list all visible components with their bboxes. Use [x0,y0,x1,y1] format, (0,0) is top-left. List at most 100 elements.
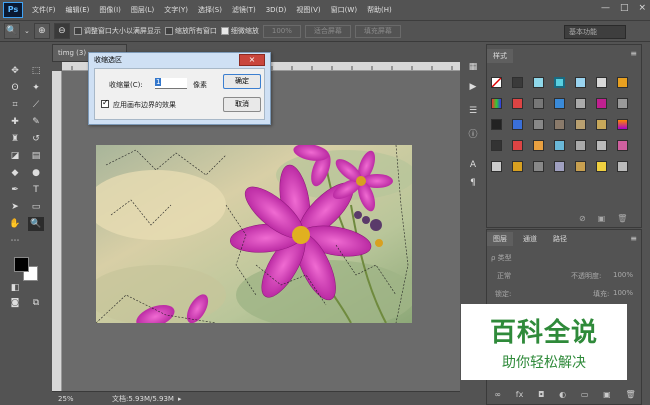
status-menu-arrow-icon[interactable]: ▸ [174,395,182,403]
tab-channels[interactable]: 通道 [517,232,543,246]
menu-3d[interactable]: 3D(D) [261,6,292,14]
delete-layer-icon[interactable]: 🗑 [625,390,635,402]
style-swatch[interactable] [554,77,565,88]
path-selection-icon[interactable]: ➤ [7,200,23,214]
history-panel-icon[interactable]: ▦ [465,60,481,74]
style-swatch[interactable] [554,140,565,151]
style-swatch[interactable] [554,119,565,130]
opacity-value[interactable]: 100% [613,271,633,279]
style-swatch[interactable] [554,161,565,172]
menu-filter[interactable]: 滤镜(T) [227,5,261,15]
style-swatch[interactable] [512,140,523,151]
history-brush-icon[interactable]: ↺ [28,132,44,146]
lasso-icon[interactable]: ʘ [7,81,23,95]
style-swatch[interactable] [512,77,523,88]
actions-play-icon[interactable]: ▶ [465,80,481,94]
new-group-icon[interactable]: ▭ [581,390,589,402]
style-swatch[interactable] [533,119,544,130]
clone-stamp-icon[interactable]: ♜ [7,132,23,146]
menu-window[interactable]: 窗口(W) [326,5,362,15]
scrubby-zoom-option[interactable]: 细微缩放 [220,26,259,36]
fit-window-option[interactable]: 调整窗口大小以满屏显示 [73,26,161,36]
close-icon[interactable]: × [638,3,646,13]
style-swatch[interactable] [596,119,607,130]
healing-brush-icon[interactable]: ✚ [7,115,23,129]
style-swatch[interactable] [533,161,544,172]
style-swatch[interactable] [617,161,628,172]
eraser-icon[interactable]: ◪ [7,149,23,163]
menu-file[interactable]: 文件(F) [27,5,61,15]
paragraph-styles-icon[interactable]: A [465,158,481,172]
style-swatch[interactable] [491,140,502,151]
magic-wand-icon[interactable]: ✦ [28,81,44,95]
screen-mode-icon[interactable]: ⧉ [28,296,44,310]
style-swatch[interactable] [617,98,628,109]
rectangle-icon[interactable]: ▭ [28,200,44,214]
style-swatch[interactable] [512,161,523,172]
layers-menu-icon[interactable]: ≡ [630,234,637,243]
dodge-icon[interactable]: ● [28,166,44,180]
brush-icon[interactable]: ✎ [28,115,44,129]
default-colors-icon[interactable]: ◧ [7,281,23,295]
style-swatch[interactable] [596,98,607,109]
tab-styles[interactable]: 样式 [487,49,513,63]
delete-style-icon[interactable]: 🗑 [617,214,627,223]
ok-button[interactable]: 确定 [223,74,261,89]
scrubby-zoom-checkbox[interactable] [220,27,229,35]
move-icon[interactable]: ✥ [7,64,23,78]
minimize-icon[interactable]: — [601,3,610,13]
style-swatch-none[interactable] [491,77,502,88]
menu-view[interactable]: 视图(V) [291,5,325,15]
style-swatch[interactable] [491,119,502,130]
crop-icon[interactable]: ⌗ [7,98,23,112]
type-icon[interactable]: T [28,183,44,197]
tab-layers[interactable]: 图层 [487,232,513,246]
style-swatch[interactable] [533,98,544,109]
style-swatch[interactable] [554,98,565,109]
style-swatch[interactable] [617,77,628,88]
gradient-icon[interactable]: ▤ [28,149,44,163]
style-swatch[interactable] [596,77,607,88]
fill-screen-button[interactable]: 填充屏幕 [354,24,401,38]
style-swatch[interactable] [533,77,544,88]
style-swatch[interactable] [575,98,586,109]
workspace-select[interactable]: 基本功能 [564,25,626,39]
zoom-tool-preset-icon[interactable]: 🔍 [4,23,20,39]
zoom-all-checkbox[interactable] [164,27,173,35]
fill-value[interactable]: 100% [613,289,633,297]
tab-paths[interactable]: 路径 [547,232,573,246]
menu-layer[interactable]: 图层(L) [126,5,159,15]
style-swatch[interactable] [575,119,586,130]
cancel-button[interactable]: 取消 [223,97,261,112]
contract-by-input[interactable]: 1 [155,78,187,89]
properties-panel-icon[interactable]: ☰ [465,104,481,118]
menu-image[interactable]: 图像(I) [94,5,126,15]
more-tools-icon[interactable]: ⋯ [7,234,23,248]
style-swatch[interactable] [596,140,607,151]
zoom-level[interactable]: 25% [52,395,92,403]
menu-help[interactable]: 帮助(H) [362,5,397,15]
magnifier-icon[interactable]: 🔍 [28,217,44,231]
menu-edit[interactable]: 编辑(E) [61,5,95,15]
panel-menu-icon[interactable]: ≡ [630,49,637,58]
style-swatch[interactable] [575,140,586,151]
style-swatch[interactable] [512,98,523,109]
fit-screen-button[interactable]: 适合屏幕 [304,24,351,38]
menu-type[interactable]: 文字(Y) [159,5,193,15]
eyedropper-icon[interactable]: ⟋ [28,98,44,112]
style-swatch[interactable] [491,161,502,172]
zoom-100-button[interactable]: 100% [262,24,301,38]
dialog-close-button[interactable]: × [239,54,265,66]
add-mask-icon[interactable]: ◘ [538,390,544,402]
style-swatch[interactable] [617,140,628,151]
link-layers-icon[interactable]: ∞ [494,390,501,402]
style-swatch[interactable] [512,119,523,130]
style-swatch[interactable] [596,161,607,172]
marquee-icon[interactable]: ⬚ [28,64,44,78]
layer-kind-filter[interactable]: ρ 类型 [491,253,512,263]
fit-window-checkbox[interactable] [73,27,82,35]
new-style-icon[interactable]: ▣ [598,214,606,223]
style-swatch[interactable] [491,98,502,109]
info-panel-icon[interactable]: ⓘ [465,128,481,142]
apply-canvas-edge-checkbox[interactable] [101,98,109,108]
